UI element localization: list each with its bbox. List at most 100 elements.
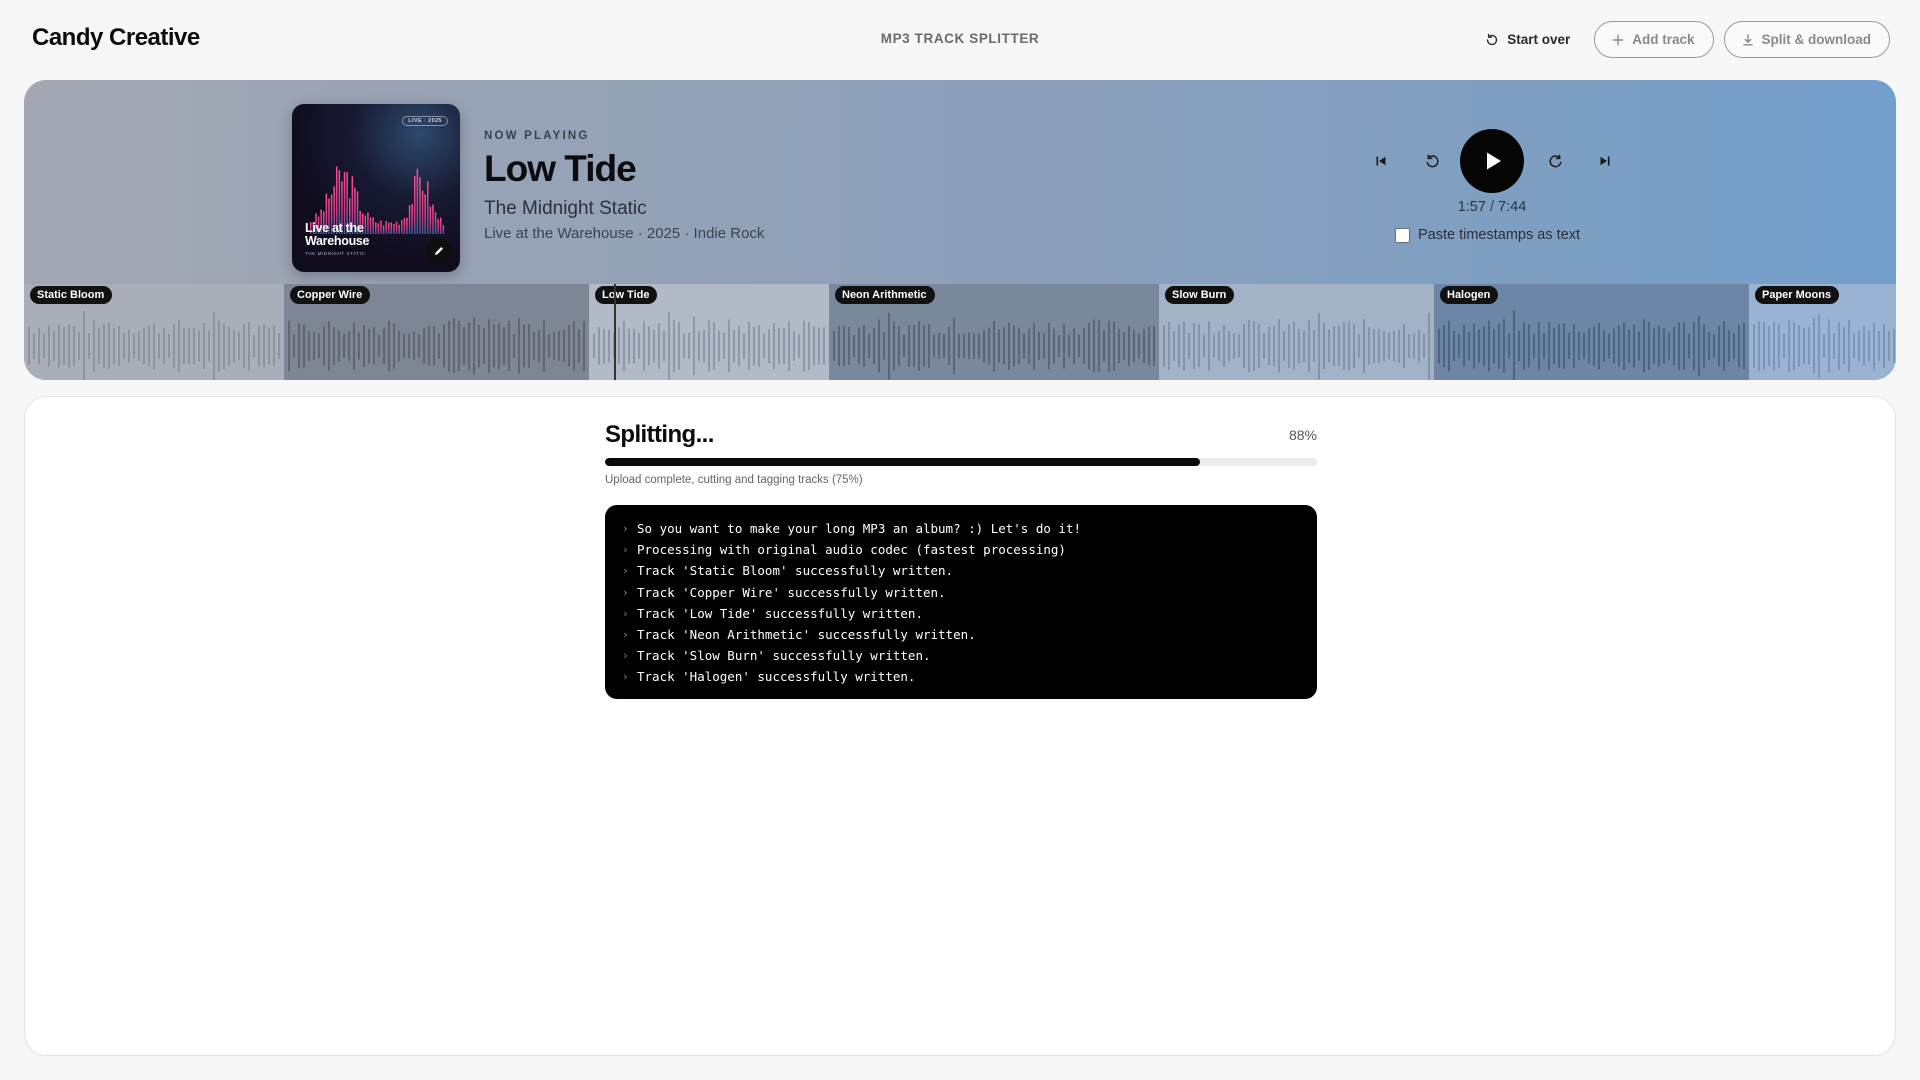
waveform-bar [1753,323,1755,369]
track-label[interactable]: Halogen [1440,286,1499,304]
waveform-bar [1573,324,1575,368]
log-text: Processing with original audio codec (fa… [637,542,1066,558]
waveform-bar [1143,328,1145,364]
forward-button[interactable] [1540,147,1570,175]
waveform-bar [1778,323,1780,369]
track-label[interactable]: Low Tide [595,286,658,304]
waveform-bar [823,327,825,365]
waveform-bar [783,327,785,365]
log-line: › Track 'Halogen' successfully written. [622,666,1317,687]
play-button[interactable] [1460,129,1524,193]
download-icon [1741,33,1755,47]
waveform-bar [1468,331,1470,361]
log-text: Track 'Neon Arithmetic' successfully wri… [637,626,976,642]
waveform-bar [1563,323,1565,369]
waveform-bar [1543,333,1545,359]
split-progress-bar [605,458,1317,466]
next-track-button[interactable] [1590,148,1620,174]
waveform-bar [1633,324,1635,368]
waveform-bar [1343,322,1345,370]
waveform-bar [1618,325,1620,367]
waveform-bar [463,327,465,365]
paste-timestamps-toggle[interactable]: Paste timestamps as text [1395,227,1580,243]
waveform-bar [1413,333,1415,359]
waveform-bar [858,327,860,365]
waveform-bar [158,332,160,360]
player-card: LIVE · 2025 Live at the Warehouse THE MI… [24,80,1896,380]
edit-cover-button[interactable] [426,238,452,264]
waveform-bar [1108,320,1110,372]
waveform-bar [1643,319,1645,373]
start-over-button[interactable]: Start over [1471,21,1584,58]
rewind-button[interactable] [1417,147,1447,175]
track-label[interactable]: Neon Arithmetic [835,286,935,304]
track-label[interactable]: Copper Wire [290,286,371,304]
waveform-bar [1533,333,1535,359]
waveform-timeline[interactable]: Static Bloom Copper Wire Low Tide Neon Arit… [24,284,1896,380]
waveform-bar [903,334,905,358]
add-track-button[interactable]: Add track [1594,21,1714,58]
paste-timestamps-checkbox[interactable] [1395,227,1410,243]
waveform-bar [1218,331,1220,361]
log-text: Track 'Static Bloom' successfully writte… [637,563,954,579]
track-segment[interactable]: Static Bloom [24,284,284,380]
log-line: › Processing with original audio codec (f… [622,539,1317,560]
track-segment[interactable]: Low Tide [589,284,829,380]
track-segment[interactable]: Paper Moons [1749,284,1896,380]
waveform-bar [798,334,800,358]
waveform-bar [1518,330,1520,362]
waveform-bar [313,332,315,360]
waveform-bar [768,328,770,364]
waveform-bar [468,322,470,370]
waveform-bar [558,331,560,361]
waveform-bar [348,331,350,361]
waveform-bar [1713,334,1715,358]
track-segment[interactable]: Halogen [1434,284,1749,380]
log-caret-icon: › [622,606,629,620]
waveform-bar [1358,334,1360,358]
waveform-bar [693,316,695,376]
waveform-bar [1498,323,1500,369]
waveform-bar [793,331,795,361]
waveform-bar [1298,328,1300,364]
waveform-bar [183,327,185,365]
previous-track-button[interactable] [1366,148,1396,174]
waveform-bar [933,334,935,358]
waveform-bar [443,324,445,368]
split-download-button[interactable]: Split & download [1723,21,1890,58]
track-title: Low Tide [484,148,637,189]
waveform-bar [968,332,970,360]
track-segment[interactable]: Slow Burn [1159,284,1434,380]
plus-icon [1611,33,1625,47]
waveform-bar [303,324,305,368]
waveform-bar [1048,322,1050,370]
track-segment[interactable]: Copper Wire [284,284,589,380]
track-label[interactable]: Slow Burn [1165,286,1235,304]
paste-timestamps-label: Paste timestamps as text [1418,227,1580,243]
waveform-bar [288,320,290,372]
track-label[interactable]: Static Bloom [30,286,113,304]
waveform-bar [1138,333,1140,359]
skip-forward-icon [1598,154,1612,168]
playhead[interactable] [614,284,616,380]
waveform-bar [833,331,835,361]
waveform-bar [1363,319,1365,373]
waveform-bar [493,324,495,368]
waveform-bar [423,327,425,365]
waveform-bar [1513,310,1515,380]
waveform-bar [88,333,90,359]
waveform-bar [1453,331,1455,361]
log-caret-icon: › [622,522,629,535]
waveform-bar [818,327,820,365]
waveform-bar [1153,325,1155,367]
cover-eq-bar [434,212,437,234]
waveform-bar [1813,318,1815,374]
waveform-bar [233,329,235,363]
waveform-bar [728,319,730,373]
waveform-bar [33,333,35,359]
waveform-bar [213,312,215,380]
track-segment[interactable]: Neon Arithmetic [829,284,1159,380]
waveform-bar [603,328,605,364]
track-label[interactable]: Paper Moons [1755,286,1840,304]
log-caret-icon: › [622,585,629,599]
